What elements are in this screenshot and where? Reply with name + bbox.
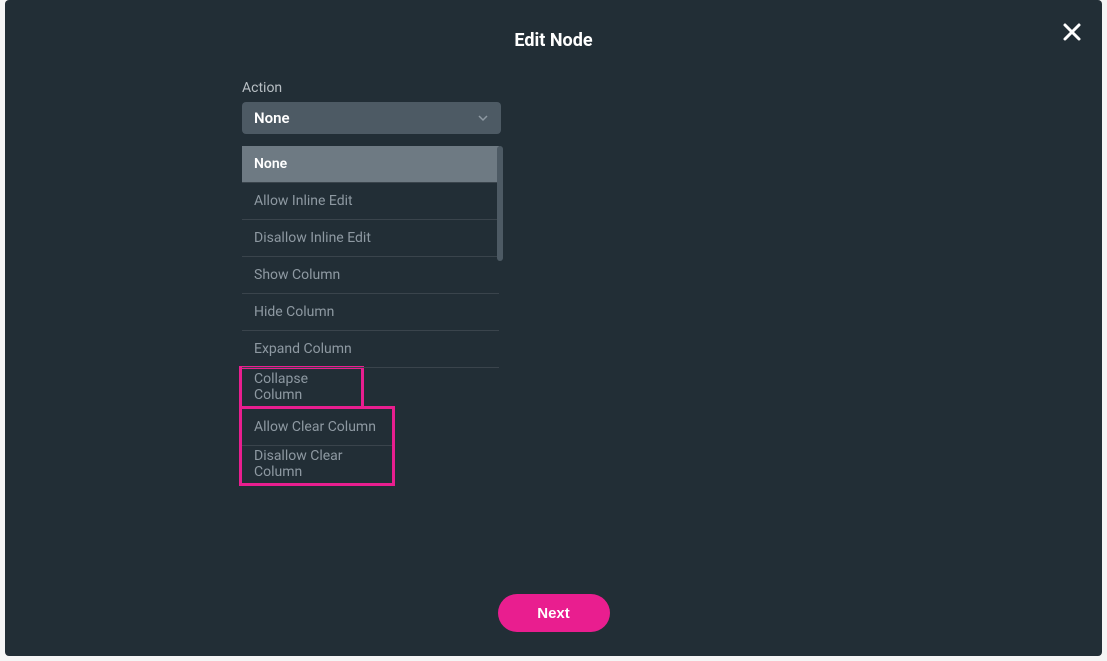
dropdown-scrollbar[interactable] <box>497 146 503 261</box>
action-dropdown-list: None Allow Inline Edit Disallow Inline E… <box>242 146 499 486</box>
dropdown-option-collapse-column[interactable]: Collapse Column <box>242 369 361 406</box>
next-button[interactable]: Next <box>498 594 610 632</box>
dropdown-option-allow-inline-edit[interactable]: Allow Inline Edit <box>242 183 499 220</box>
action-select-value: None <box>254 109 290 127</box>
chevron-down-icon <box>477 112 489 124</box>
dropdown-option-show-column[interactable]: Show Column <box>242 257 499 294</box>
action-select[interactable]: None <box>242 102 501 134</box>
close-button[interactable] <box>1060 20 1084 44</box>
modal-title: Edit Node <box>514 30 592 51</box>
modal-dialog: Edit Node Action None None Allow I <box>5 0 1102 656</box>
action-label: Action <box>242 80 501 96</box>
dropdown-option-disallow-clear-column[interactable]: Disallow Clear Column <box>242 446 392 483</box>
modal-footer: Next <box>5 594 1102 632</box>
dropdown-option-disallow-inline-edit[interactable]: Disallow Inline Edit <box>242 220 499 257</box>
dropdown-option-expand-column[interactable]: Expand Column <box>242 331 499 368</box>
dropdown-option-none[interactable]: None <box>242 146 499 183</box>
action-field-group: Action None None Allow Inline Edit Disal… <box>242 80 501 486</box>
close-icon <box>1060 20 1084 44</box>
dropdown-option-hide-column[interactable]: Hide Column <box>242 294 499 331</box>
dropdown-option-allow-clear-column[interactable]: Allow Clear Column <box>242 409 392 446</box>
modal-header: Edit Node <box>5 0 1102 72</box>
